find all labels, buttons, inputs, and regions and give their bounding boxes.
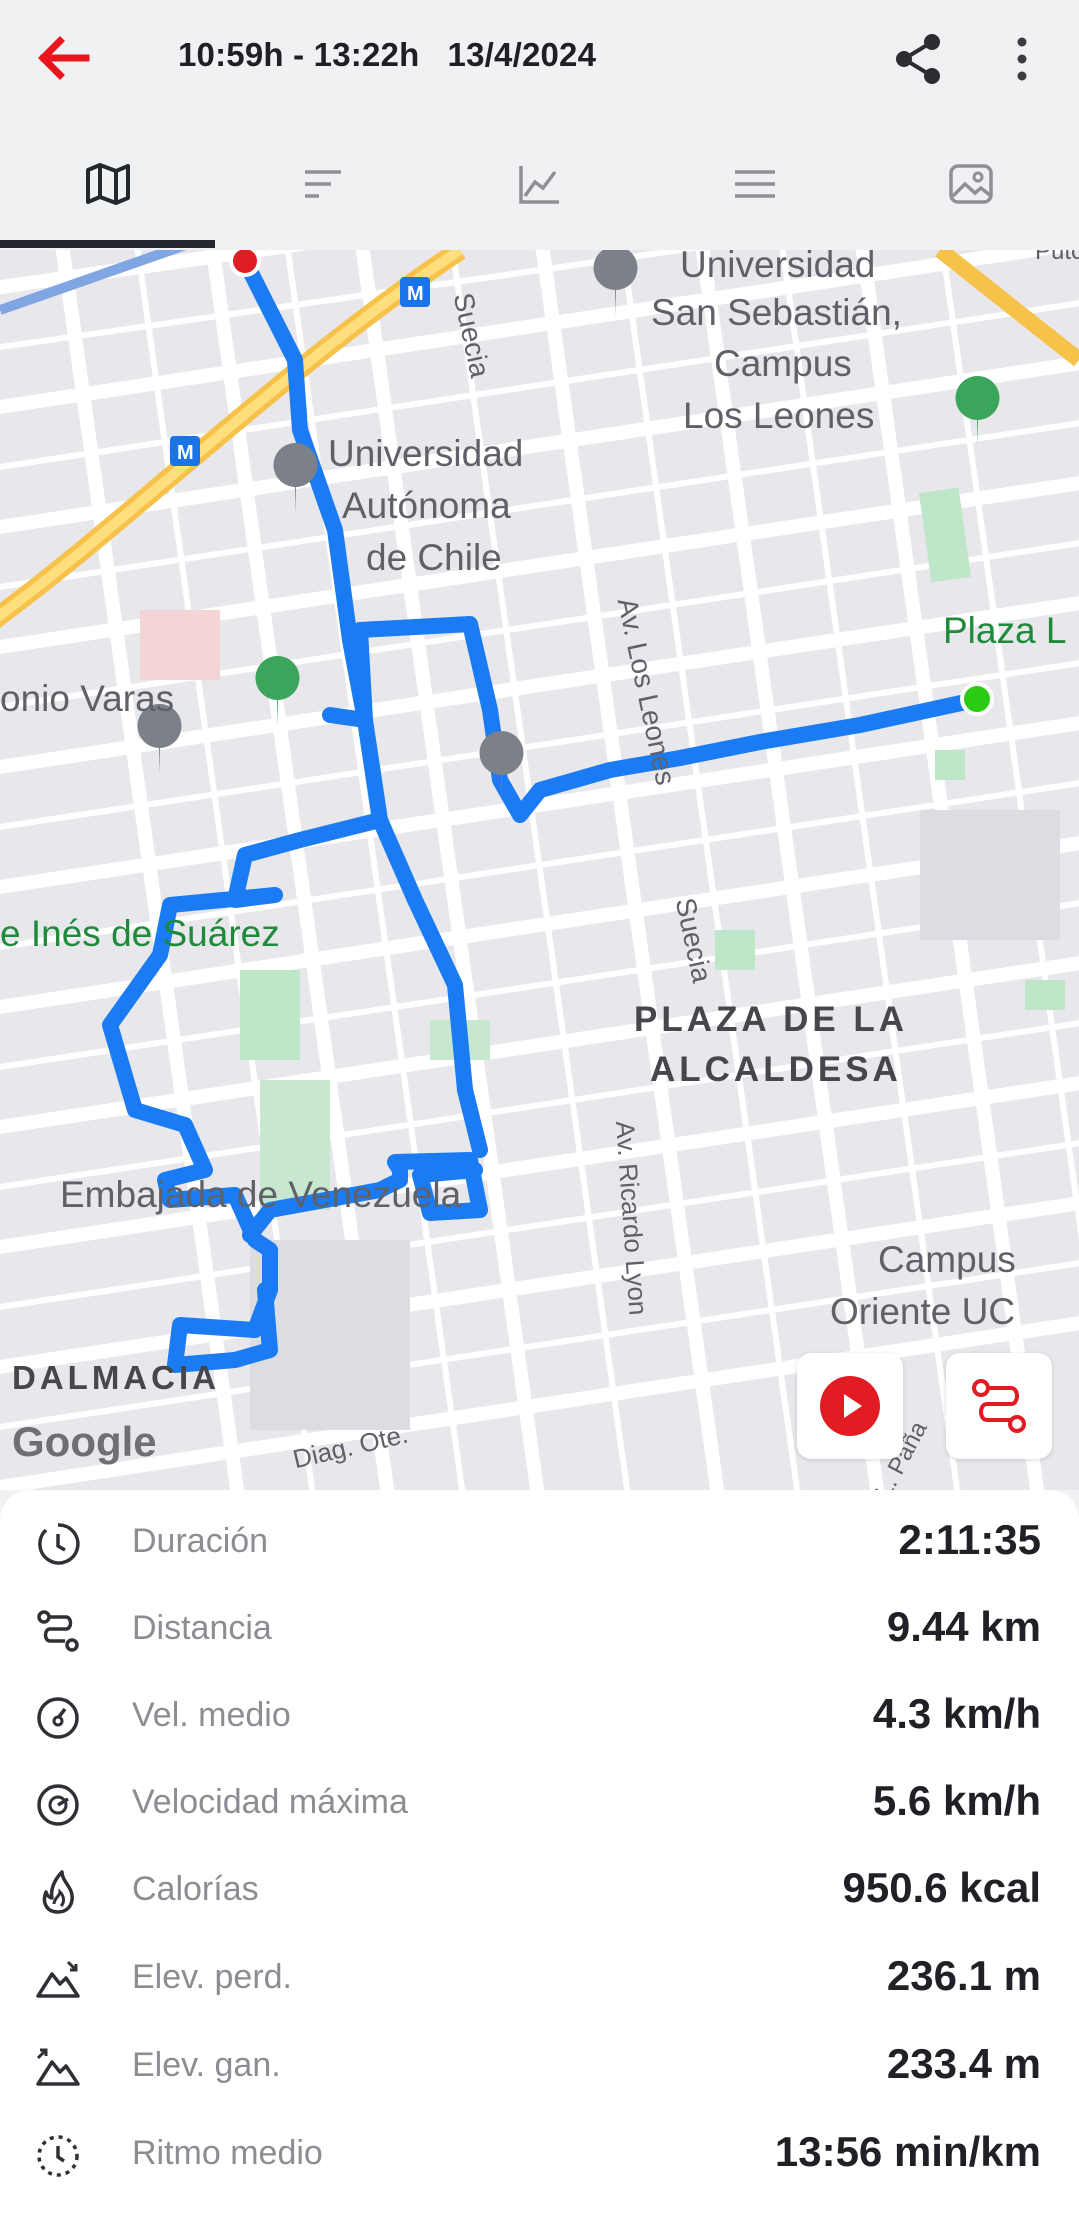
stat-row-duration: Duración 2:11:35 <box>0 1500 1079 1587</box>
tab-laps[interactable] <box>215 118 430 250</box>
stat-value: 13:56 min/km <box>774 2128 1041 2175</box>
share-button[interactable] <box>890 30 948 88</box>
max-speed-icon <box>37 1784 79 1826</box>
stat-row-calories: Calorías 950.6 kcal <box>0 1848 1079 1935</box>
play-route-button[interactable] <box>797 1353 903 1459</box>
active-tab-indicator <box>0 240 215 248</box>
pace-icon <box>37 2135 79 2177</box>
arrow-left-icon <box>38 36 90 80</box>
tab-bar <box>0 118 1079 251</box>
bars-icon <box>304 170 341 198</box>
stat-row-distance: Distancia 9.44 km <box>0 1587 1079 1674</box>
map-label-puto: Puto <box>1035 250 1079 265</box>
menu-icon <box>734 170 775 198</box>
more-vertical-icon <box>1017 37 1027 81</box>
map-label-campus-oriente-1: Campus <box>878 1239 1016 1280</box>
stat-label: Distancia <box>132 1609 272 1647</box>
stat-label: Elev. gan. <box>132 2046 281 2084</box>
route-map[interactable]: M M Universidad San Sebastián, Campus Lo… <box>0 250 1079 1490</box>
route-view-button[interactable] <box>946 1353 1052 1459</box>
google-logo: Google <box>12 1418 157 1465</box>
svg-text:M: M <box>407 283 424 305</box>
flame-icon <box>42 1870 74 1914</box>
stat-value: 236.1 m <box>886 1952 1041 1999</box>
tab-map[interactable] <box>0 118 215 250</box>
map-label-campus-oriente-2: Oriente UC <box>830 1291 1016 1332</box>
stat-value: 9.44 km <box>886 1603 1041 1650</box>
map-label-universidad-ss-2: San Sebastián, <box>651 292 902 333</box>
stat-label: Elev. perd. <box>132 1958 293 1996</box>
play-icon <box>820 1376 880 1436</box>
stat-row-avg-pace: Ritmo medio 13:56 min/km <box>0 2112 1079 2199</box>
map-label-plaza-alcaldesa-2: ALCALDESA <box>650 1050 902 1089</box>
activity-time-title: 10:59h - 13:22h 13/4/2024 <box>178 36 597 73</box>
map-icon <box>85 163 130 205</box>
speedometer-icon <box>37 1697 79 1739</box>
map-label-onio-varas: onio Varas <box>0 678 175 719</box>
stat-row-elevation-gain: Elev. gan. 233.4 m <box>0 2024 1079 2111</box>
photo-icon <box>948 164 993 204</box>
map-label-universidad-ss-3: Campus <box>714 343 852 384</box>
map-label-universidad-ss-1: Universidad <box>680 250 876 285</box>
more-options-button[interactable] <box>1002 30 1042 88</box>
stat-label: Vel. medio <box>132 1696 291 1734</box>
distance-icon <box>37 1610 79 1652</box>
stat-value: 2:11:35 <box>898 1516 1041 1563</box>
stat-value: 5.6 km/h <box>872 1777 1041 1824</box>
tab-details[interactable] <box>647 118 862 250</box>
activity-stats-panel: Duración 2:11:35 Distancia 9.44 km Vel. … <box>0 1490 1079 2225</box>
chart-icon <box>518 166 559 204</box>
route-icon <box>972 1379 1026 1433</box>
svg-text:M: M <box>177 442 194 464</box>
stat-label: Calorías <box>132 1870 259 1908</box>
map-label-uach-2: Autónoma <box>342 485 511 526</box>
top-app-bar: 10:59h - 13:22h 13/4/2024 <box>0 0 1079 118</box>
map-label-embajada: Embajada de Venezuela <box>60 1174 462 1215</box>
tab-chart[interactable] <box>431 118 646 250</box>
share-icon <box>896 34 940 84</box>
map-label-universidad-ss-4: Los Leones <box>683 395 875 436</box>
stat-row-max-speed: Velocidad máxima 5.6 km/h <box>0 1761 1079 1848</box>
stat-label: Ritmo medio <box>132 2134 323 2172</box>
back-button[interactable] <box>30 28 100 88</box>
stat-value: 233.4 m <box>886 2040 1041 2087</box>
stat-row-avg-speed: Vel. medio 4.3 km/h <box>0 1674 1079 1761</box>
elevation-gain-icon <box>36 2048 80 2086</box>
stat-value: 4.3 km/h <box>872 1690 1041 1737</box>
stat-row-elevation-loss: Elev. perd. 236.1 m <box>0 1936 1079 2023</box>
stat-label: Velocidad máxima <box>132 1783 408 1821</box>
elevation-loss-icon <box>36 1960 80 1998</box>
map-label-uach-3: de Chile <box>366 537 502 578</box>
map-label-uach-1: Universidad <box>328 433 524 474</box>
map-label-plaza-alcaldesa-1: PLAZA DE LA <box>634 1000 909 1039</box>
map-label-ines-de-suarez: e Inés de Suárez <box>0 913 280 954</box>
map-label-dalmacia: DALMACIA <box>12 1359 220 1396</box>
stat-label: Duración <box>132 1522 269 1560</box>
clock-icon <box>38 1523 80 1565</box>
stat-value: 950.6 kcal <box>842 1864 1041 1911</box>
map-label-plaza: Plaza L <box>943 610 1067 651</box>
tab-photos[interactable] <box>863 118 1078 250</box>
